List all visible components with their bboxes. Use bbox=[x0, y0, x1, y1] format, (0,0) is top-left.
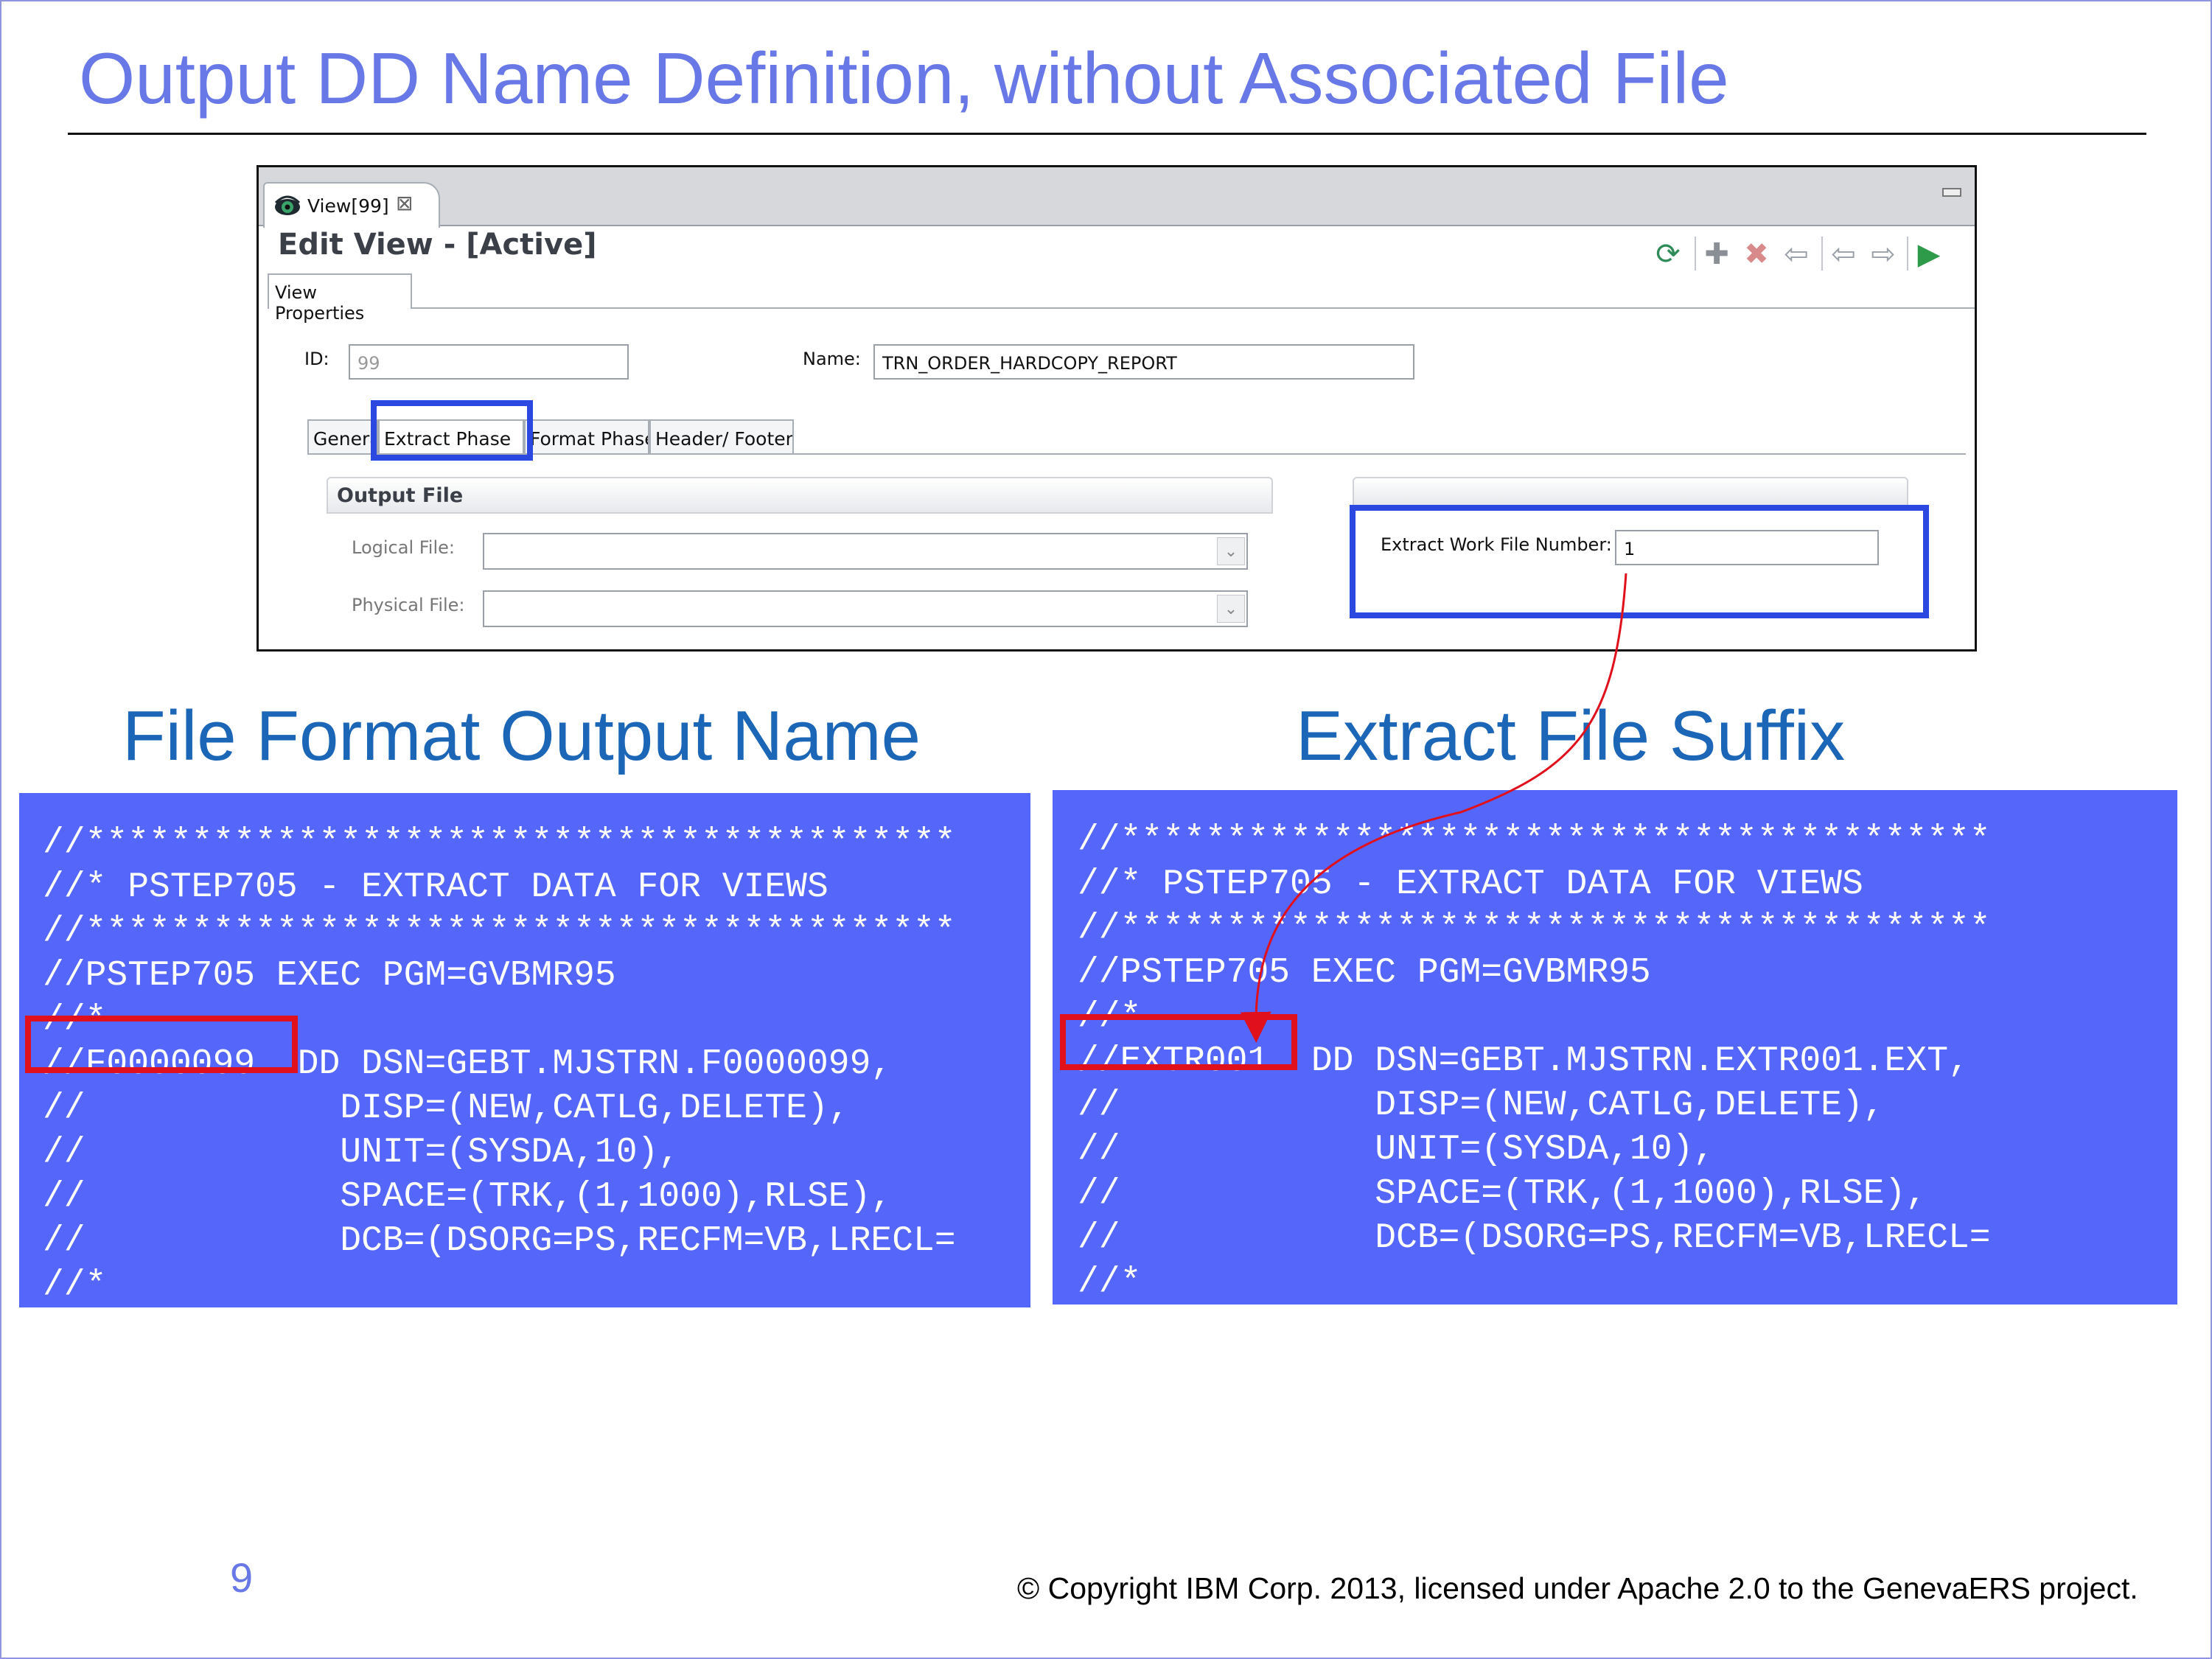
slide-title: Output DD Name Definition, without Assoc… bbox=[79, 38, 1729, 119]
extract-settings-group-header bbox=[1353, 477, 1908, 506]
name-field[interactable]: TRN_ORDER_HARDCOPY_REPORT bbox=[873, 344, 1414, 380]
code-line: //* PSTEP705 - EXTRACT DATA FOR VIEWS bbox=[43, 867, 828, 907]
eye-icon bbox=[274, 195, 301, 215]
right-section-heading: Extract File Suffix bbox=[1296, 696, 1846, 775]
undo-icon[interactable]: ⇦ bbox=[1780, 238, 1812, 270]
code-line: //PSTEP705 EXEC PGM=GVBMR95 bbox=[1078, 953, 1651, 993]
subtab-rule bbox=[307, 453, 1966, 455]
editor-title: Edit View - [Active] bbox=[278, 228, 597, 262]
code-line: // DCB=(DSORG=PS,RECFM=VB,LRECL= bbox=[43, 1221, 956, 1261]
code-line: //* PSTEP705 - EXTRACT DATA FOR VIEWS bbox=[1078, 865, 1863, 904]
extract-phase-highlight bbox=[371, 400, 533, 461]
page-number: 9 bbox=[230, 1554, 254, 1601]
dd-name-highlight bbox=[25, 1016, 298, 1073]
delete-icon[interactable]: ✖ bbox=[1740, 238, 1773, 270]
editor-tab-strip: View[99] ⊠ bbox=[259, 167, 1975, 228]
copyright-notice: © Copyright IBM Corp. 2013, licensed und… bbox=[1017, 1571, 2138, 1605]
code-line: //**************************************… bbox=[1078, 909, 1991, 949]
code-line: // UNIT=(SYSDA,10), bbox=[1078, 1130, 1715, 1170]
minimize-icon[interactable] bbox=[1942, 188, 1961, 197]
chevron-down-icon[interactable]: ⌄ bbox=[1217, 595, 1245, 623]
code-line: //PSTEP705 EXEC PGM=GVBMR95 bbox=[43, 956, 616, 996]
toolbar-separator bbox=[1821, 237, 1823, 270]
code-line: //* bbox=[43, 1265, 107, 1305]
code-line: //* bbox=[1078, 1262, 1142, 1302]
logical-file-select[interactable]: ⌄ bbox=[483, 533, 1248, 570]
physical-file-label: Physical File: bbox=[352, 595, 465, 615]
refresh-icon[interactable]: ⟳ bbox=[1652, 238, 1684, 270]
physical-file-select[interactable]: ⌄ bbox=[483, 590, 1248, 627]
code-line: // DISP=(NEW,CATLG,DELETE), bbox=[1078, 1086, 1885, 1125]
title-divider bbox=[68, 133, 2146, 135]
right-jcl-code-box: //**************************************… bbox=[1053, 790, 2177, 1305]
close-icon[interactable]: ⊠ bbox=[396, 191, 413, 215]
id-label: ID: bbox=[304, 349, 329, 369]
tab-general[interactable]: General bbox=[307, 419, 378, 455]
code-line: // UNIT=(SYSDA,10), bbox=[43, 1133, 680, 1173]
output-file-header: Output File bbox=[327, 477, 1273, 514]
output-file-group: Output File Logical File: ⌄ Physical Fil… bbox=[327, 477, 1273, 649]
left-section-heading: File Format Output Name bbox=[122, 696, 921, 775]
back-icon[interactable]: ⇦ bbox=[1827, 238, 1860, 270]
code-line: // DCB=(DSORG=PS,RECFM=VB,LRECL= bbox=[1078, 1218, 1991, 1258]
left-jcl-code-box: //**************************************… bbox=[19, 793, 1030, 1307]
run-icon[interactable]: ▶ bbox=[1913, 238, 1945, 270]
tab-view-properties[interactable]: View Properties bbox=[268, 273, 412, 324]
tab-header-footer[interactable]: Header/ Footer bbox=[649, 419, 794, 455]
name-label: Name: bbox=[803, 349, 861, 369]
properties-tab-rule bbox=[412, 307, 1975, 309]
view-editor-tab[interactable]: View[99] ⊠ bbox=[263, 182, 440, 228]
code-line: //**************************************… bbox=[1078, 820, 1991, 860]
tab-format-phase[interactable]: Format Phase bbox=[524, 419, 649, 455]
code-line: // DISP=(NEW,CATLG,DELETE), bbox=[43, 1089, 850, 1128]
chevron-down-icon[interactable]: ⌄ bbox=[1217, 537, 1245, 565]
logical-file-label: Logical File: bbox=[352, 537, 455, 558]
code-line: //**************************************… bbox=[43, 823, 956, 863]
edit-view-screenshot: View[99] ⊠ Edit View - [Active] ⟳ ✚ ✖ ⇦ … bbox=[257, 165, 1977, 652]
toolbar-separator bbox=[1907, 237, 1908, 270]
code-line: // SPACE=(TRK,(1,1000),RLSE), bbox=[43, 1177, 893, 1217]
code-line: // SPACE=(TRK,(1,1000),RLSE), bbox=[1078, 1174, 1927, 1214]
toolbar-separator bbox=[1695, 237, 1696, 270]
extract-suffix-highlight bbox=[1060, 1014, 1297, 1070]
code-line: //**************************************… bbox=[43, 912, 956, 951]
extract-work-file-label: Extract Work File Number: bbox=[1381, 534, 1612, 555]
forward-icon[interactable]: ⇨ bbox=[1867, 238, 1899, 270]
extract-work-file-field[interactable]: 1 bbox=[1615, 530, 1879, 565]
view-tab-label: View[99] bbox=[307, 195, 389, 217]
add-icon[interactable]: ✚ bbox=[1700, 238, 1733, 270]
id-field[interactable]: 99 bbox=[349, 344, 629, 380]
slide: Output DD Name Definition, without Assoc… bbox=[0, 0, 2212, 1659]
